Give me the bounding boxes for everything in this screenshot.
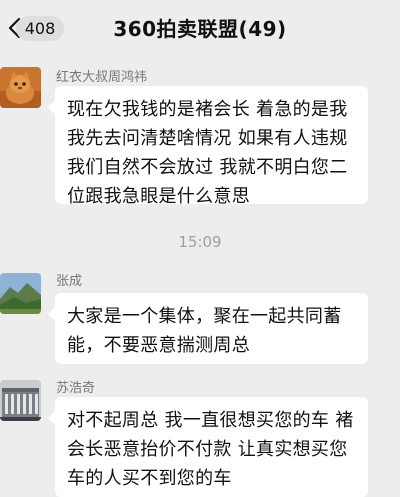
building-avatar[interactable] (0, 380, 41, 421)
message-bubble[interactable]: 现在欠我钱的是褚会长 着急的是我我先去问清楚啥情况 如果有人违规我们自然不会放过… (48, 86, 368, 207)
landscape-avatar[interactable] (0, 273, 41, 314)
cat-avatar[interactable] (0, 67, 41, 108)
message-bubble[interactable]: 大家是一个集体，聚在一起共同蓄能，不要恶意揣测周总 (48, 293, 368, 364)
chat-title: 360拍卖联盟(49) (113, 17, 287, 41)
sender-name: 苏浩奇 (56, 381, 96, 396)
chat-header: 408 360拍卖联盟(49) (0, 0, 400, 54)
sender-name: 红衣大叔周鸿祎 (56, 70, 148, 85)
sender-name: 张成 (56, 274, 83, 289)
message-bubble[interactable]: 对不起周总 我一直很想买您的车 褚会长恶意抬价不付款 让真实想买您车的人买不到您… (48, 397, 368, 497)
timestamp: 15:09 (178, 233, 222, 251)
